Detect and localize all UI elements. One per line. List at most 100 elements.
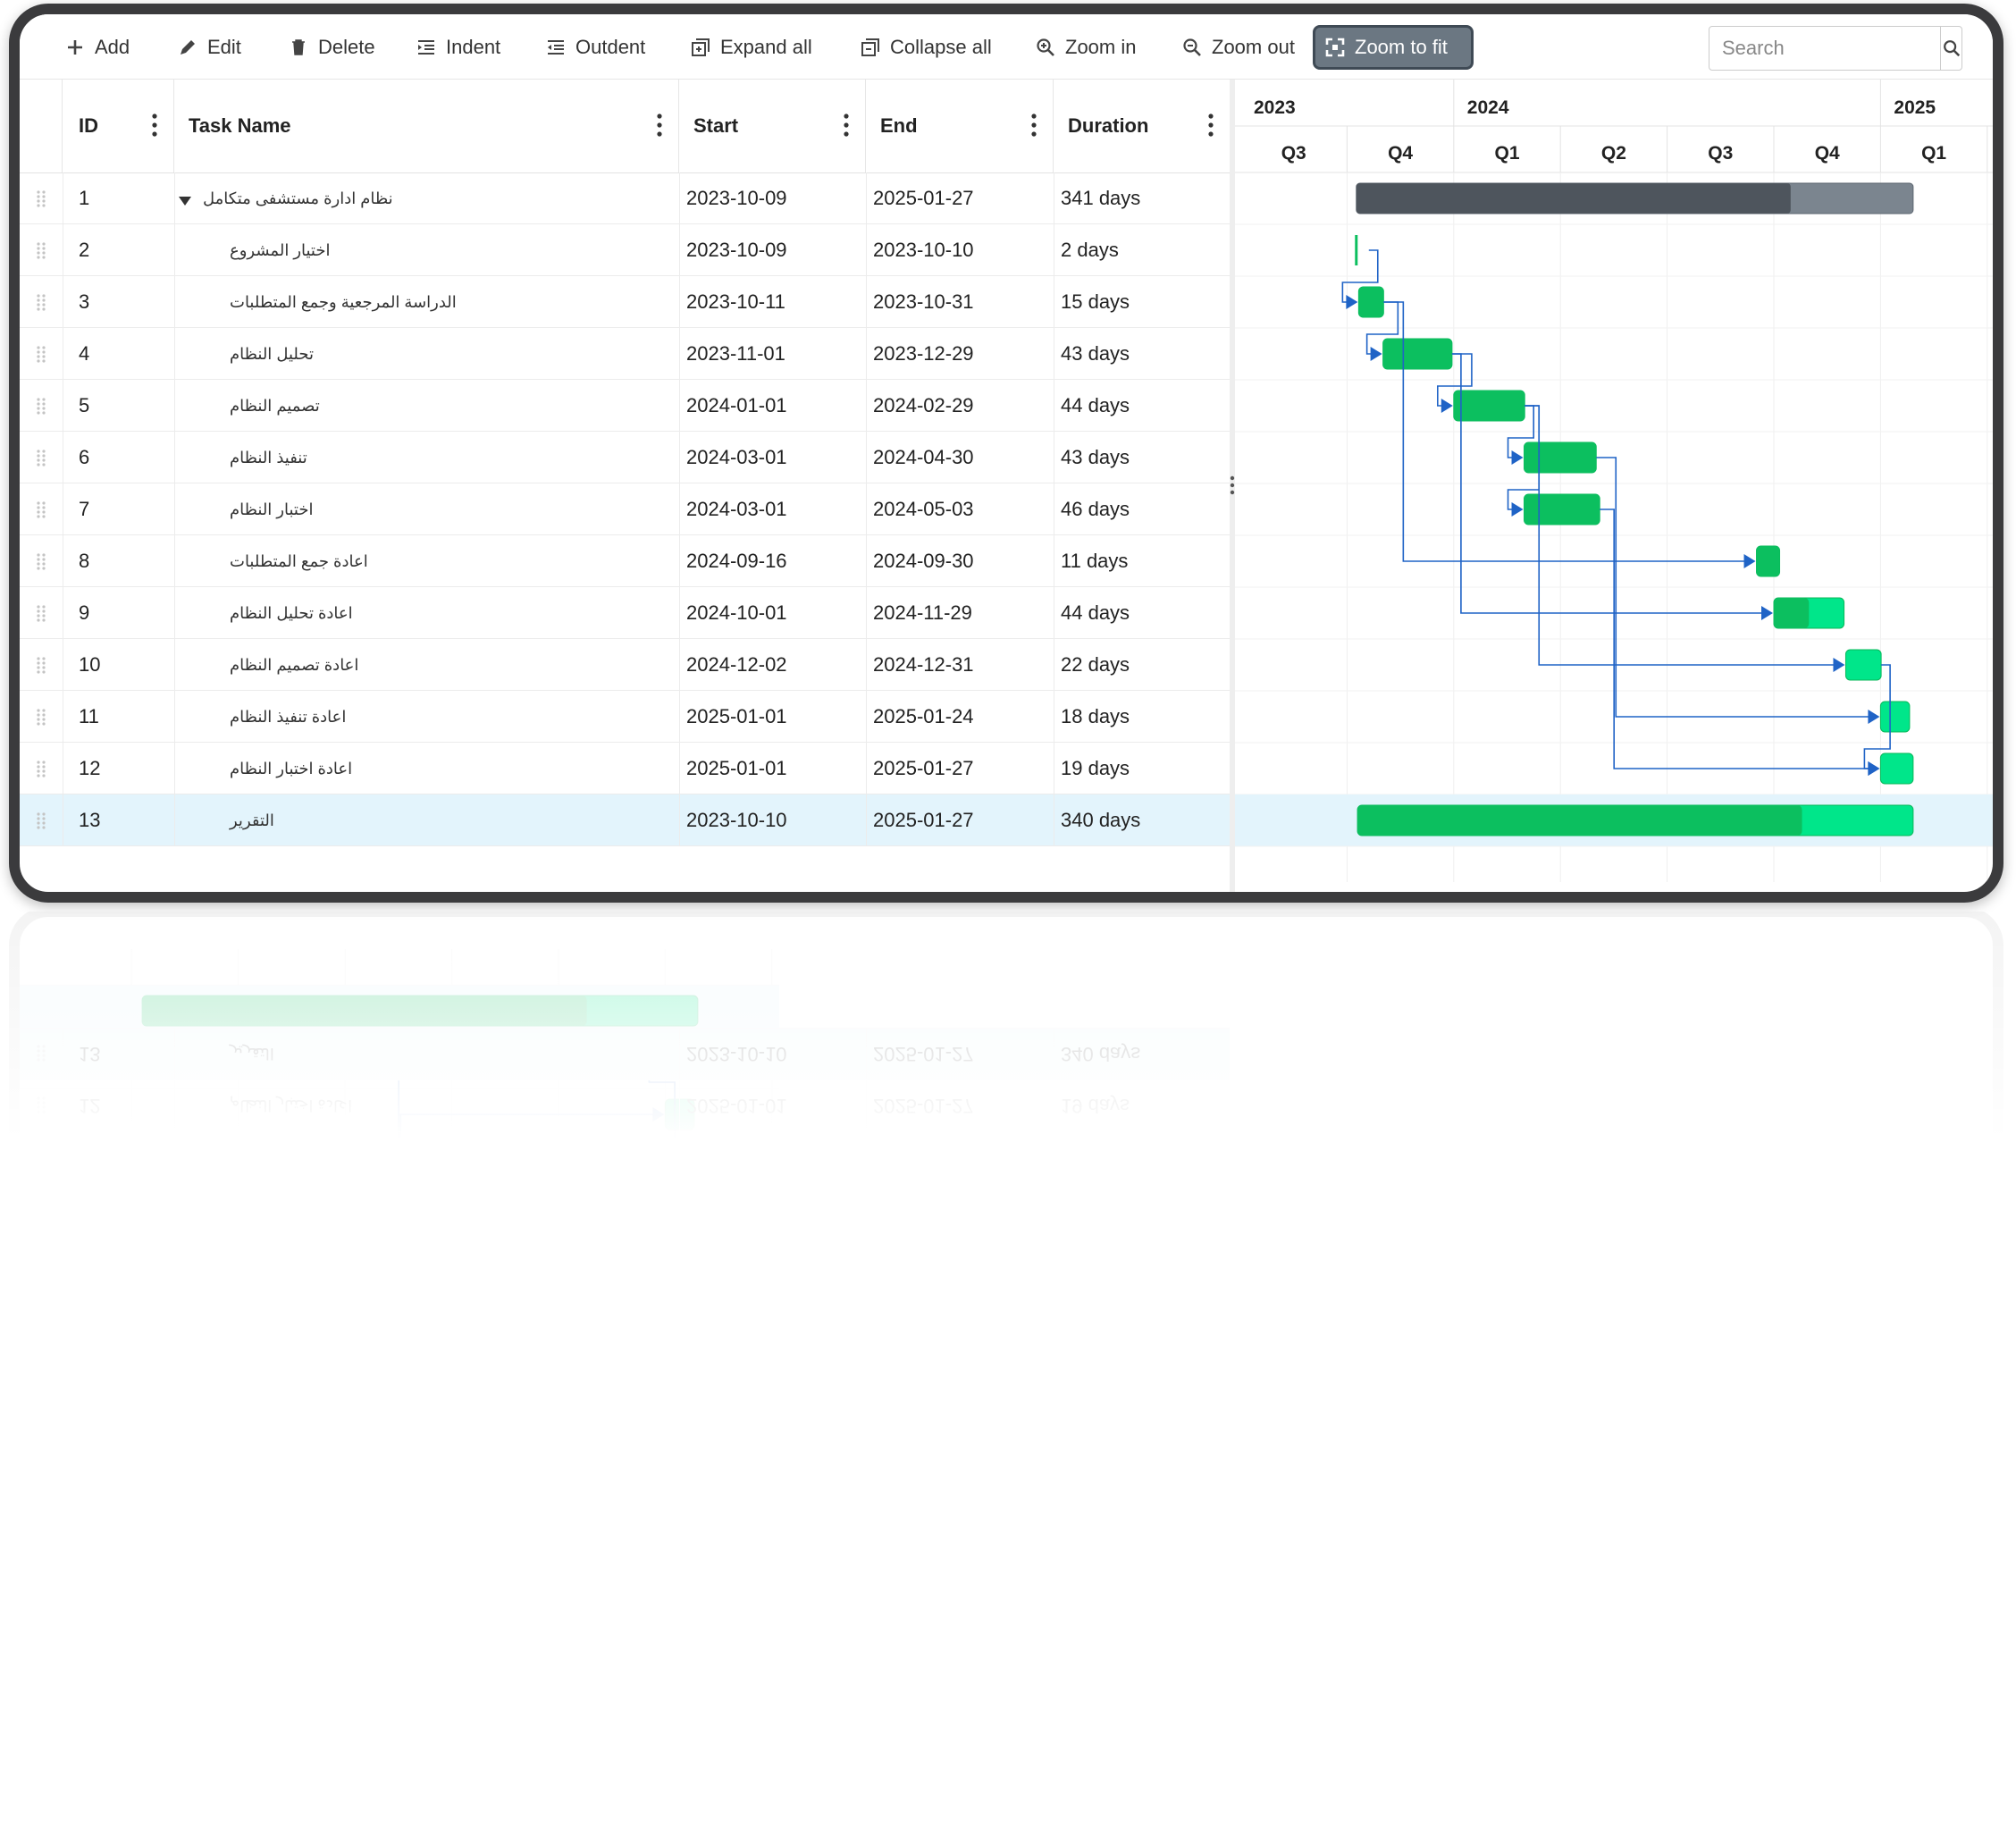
drag-handle-icon[interactable] — [36, 483, 48, 535]
table-row[interactable]: 12 اعادة اختبار النظام 2025-01-01 2025-01-2… — [20, 743, 1230, 794]
task-duration: 15 days — [1061, 290, 1130, 313]
task-end: 2023-10-31 — [873, 290, 974, 313]
table-row[interactable]: 8 اعادة جمع المتطلبات 2024-09-16 2024-09-30… — [20, 535, 1230, 587]
drag-handle-icon[interactable] — [36, 432, 48, 483]
collapse-all-button[interactable]: Collapse all — [851, 25, 1001, 70]
table-row[interactable]: 2 اختيار المشروع 2023-10-09 2023-10-10 2 day… — [20, 224, 1230, 276]
task-start: 2023-10-09 — [686, 239, 787, 261]
zoom-to-fit-button[interactable]: Zoom to fit — [1313, 25, 1474, 70]
trash-icon — [292, 39, 305, 55]
drag-handle-icon[interactable] — [36, 794, 48, 846]
task-start: 2023-11-01 — [686, 342, 785, 365]
column-header-task-name-label: Task Name — [189, 114, 291, 137]
year-label: 2023 — [1254, 97, 1296, 118]
task-bar-progress — [1453, 391, 1525, 421]
column-menu-icon[interactable] — [1031, 113, 1037, 137]
task-end: 2025-01-24 — [873, 705, 974, 727]
drag-handle-icon[interactable] — [36, 639, 48, 691]
drag-handle-icon[interactable] — [36, 224, 48, 276]
task-name: اختيار المشروع — [230, 240, 331, 259]
indent-icon — [418, 40, 434, 55]
table-row[interactable]: 1 نظام ادارة مستشفى متكامل 2023-10-09 2025-… — [20, 172, 1230, 224]
table-row[interactable]: 3 الدراسة المرجعية وجمع المتطلبات 2023-10-… — [20, 276, 1230, 328]
task-bar — [1879, 752, 1914, 785]
collapse-caret-icon[interactable] — [178, 192, 192, 211]
drag-handle-icon[interactable] — [36, 172, 48, 224]
zoom-in-button[interactable]: Zoom in — [1026, 25, 1145, 70]
dependency-arrow-icon — [1743, 554, 1756, 568]
task-end: 2024-05-03 — [873, 498, 974, 520]
expand-all-button[interactable]: Expand all — [681, 25, 821, 70]
task-name: نظام ادارة مستشفى متكامل — [203, 189, 393, 207]
table-row[interactable]: 6 تنفيذ النظام 2024-03-01 2024-04-30 43 days — [20, 432, 1230, 483]
app-window: Add Edit Delete Indent Outdent Expand al… — [9, 4, 2003, 903]
zoom-to-fit-icon — [1325, 38, 1345, 57]
task-end: 2024-09-30 — [873, 550, 974, 572]
task-duration: 44 days — [1061, 394, 1130, 416]
outdent-button[interactable]: Outdent — [536, 25, 654, 70]
drag-handle-icon[interactable] — [36, 743, 48, 794]
pencil-icon — [181, 40, 195, 55]
task-end: 2024-12-31 — [873, 653, 974, 676]
add-button[interactable]: Add — [55, 25, 139, 70]
delete-label: Delete — [318, 36, 375, 58]
gantt-chart: 202320242025Q3Q4Q1Q2Q3Q4Q1Q.. — [1235, 80, 1993, 892]
drag-handle-icon[interactable] — [36, 276, 48, 328]
task-duration: 2 days — [1061, 239, 1119, 261]
column-menu-icon[interactable] — [152, 113, 157, 137]
task-start: 2023-10-09 — [686, 187, 787, 209]
table-row[interactable]: 5 تصميم النظام 2024-01-01 2024-02-29 44 days — [20, 380, 1230, 432]
outdent-label: Outdent — [575, 36, 646, 58]
task-bar-progress — [1524, 494, 1600, 525]
dependency-arrow-icon — [1761, 606, 1773, 620]
task-id: 5 — [79, 394, 90, 416]
task-name: تصميم النظام — [230, 396, 320, 415]
table-row[interactable]: 9 اعادة تحليل النظام 2024-10-01 2024-11-29 4… — [20, 587, 1230, 639]
gantt-chart-svg: 202320242025Q3Q4Q1Q2Q3Q4Q1Q.. — [1235, 80, 1993, 882]
zoom-out-icon — [1183, 38, 1201, 56]
table-row[interactable]: 7 اختبار النظام 2024-03-01 2024-05-03 46 day… — [20, 483, 1230, 535]
task-id: 6 — [79, 446, 90, 468]
task-bar-progress — [1524, 442, 1597, 473]
task-name: اعادة جمع المتطلبات — [230, 551, 368, 570]
task-duration: 19 days — [1061, 757, 1130, 779]
table-row[interactable]: 13 التقرير 2023-10-10 2025-01-27 340 days — [20, 794, 1230, 846]
edit-button[interactable]: Edit — [168, 25, 250, 70]
indent-button[interactable]: Indent — [407, 25, 509, 70]
search-input[interactable] — [1709, 27, 1940, 70]
task-id: 13 — [79, 809, 101, 831]
column-header-duration[interactable]: Duration — [1054, 80, 1230, 172]
column-header-end[interactable]: End — [866, 80, 1054, 172]
quarter-label: Q4 — [1388, 143, 1413, 164]
drag-handle-icon[interactable] — [36, 691, 48, 743]
expand-all-icon — [692, 38, 710, 56]
task-start: 2023-10-10 — [686, 809, 787, 831]
column-menu-icon[interactable] — [1208, 113, 1214, 137]
quarter-label: Q3 — [1708, 143, 1733, 164]
delete-button[interactable]: Delete — [279, 25, 384, 70]
column-header-end-label: End — [880, 114, 918, 137]
search-button[interactable] — [1940, 27, 1961, 70]
column-menu-icon[interactable] — [657, 113, 662, 137]
dependency-arrow-icon — [1868, 761, 1880, 776]
dependency-arrow-icon — [1346, 295, 1358, 309]
drag-handle-icon[interactable] — [36, 535, 48, 587]
column-header-id[interactable]: ID — [63, 80, 174, 172]
task-duration: 43 days — [1061, 446, 1130, 468]
task-name: التقرير — [230, 811, 274, 829]
column-menu-icon[interactable] — [844, 113, 849, 137]
table-row[interactable]: 11 اعادة تنفيذ النظام 2025-01-01 2025-01-24… — [20, 691, 1230, 743]
drag-handle-icon[interactable] — [36, 328, 48, 380]
table-row[interactable]: 10 اعادة تصميم النظام 2024-12-02 2024-12-31… — [20, 639, 1230, 691]
task-end: 2023-12-29 — [873, 342, 974, 365]
column-header-task-name[interactable]: Task Name — [174, 80, 679, 172]
task-end: 2025-01-27 — [873, 757, 974, 779]
task-name: اعادة تحليل النظام — [230, 603, 353, 622]
zoom-to-fit-label: Zoom to fit — [1355, 36, 1448, 58]
toolbar: Add Edit Delete Indent Outdent Expand al… — [20, 14, 1993, 80]
drag-handle-icon[interactable] — [36, 380, 48, 432]
table-row[interactable]: 4 تحليل النظام 2023-11-01 2023-12-29 43 days — [20, 328, 1230, 380]
drag-handle-icon[interactable] — [36, 587, 48, 639]
zoom-out-button[interactable]: Zoom out — [1172, 25, 1304, 70]
column-header-start[interactable]: Start — [679, 80, 866, 172]
